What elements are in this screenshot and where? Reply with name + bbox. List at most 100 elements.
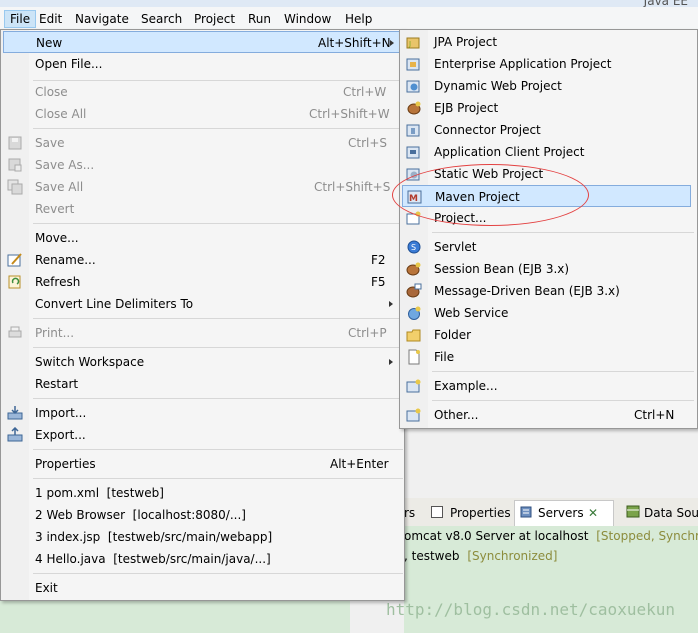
separator bbox=[33, 347, 403, 348]
separator bbox=[33, 223, 403, 224]
move-label: Move... bbox=[35, 231, 79, 245]
session-bean-label: Session Bean (EJB 3.x) bbox=[434, 262, 570, 276]
tab-data-source[interactable]: Data Sou bbox=[644, 502, 698, 524]
properties-accel: Alt+Enter bbox=[330, 457, 389, 471]
menu-run[interactable]: Run bbox=[243, 10, 276, 28]
recent-file-1[interactable]: 1 pom.xml [testweb] bbox=[1, 482, 404, 504]
print-label: Print... bbox=[35, 326, 75, 340]
file-print[interactable]: Print... Ctrl+P bbox=[1, 322, 404, 344]
dynamic-web-project-label: Dynamic Web Project bbox=[434, 79, 562, 93]
web-service-label: Web Service bbox=[434, 306, 509, 320]
rename-icon bbox=[7, 252, 23, 268]
file-switch-workspace[interactable]: Switch Workspace bbox=[1, 351, 404, 373]
folder-icon bbox=[406, 327, 422, 343]
tab-markers[interactable]: rs bbox=[404, 502, 415, 524]
file-save-as[interactable]: Save As... bbox=[1, 154, 404, 176]
new-file[interactable]: File bbox=[400, 346, 697, 368]
menu-window[interactable]: Window bbox=[279, 10, 336, 28]
export-icon bbox=[7, 426, 23, 443]
new-servlet[interactable]: S Servlet bbox=[400, 236, 697, 258]
refresh-accel: F5 bbox=[371, 275, 386, 289]
separator bbox=[33, 573, 403, 574]
new-web-service[interactable]: Web Service bbox=[400, 302, 697, 324]
file-close-all[interactable]: Close All Ctrl+Shift+W bbox=[1, 103, 404, 125]
rename-label: Rename... bbox=[35, 253, 96, 267]
new-session-bean[interactable]: Session Bean (EJB 3.x) bbox=[400, 258, 697, 280]
jpa-project-icon: J bbox=[406, 34, 422, 50]
file-save[interactable]: Save Ctrl+S bbox=[1, 132, 404, 154]
server-row[interactable]: omcat v8.0 Server at localhost [Stopped,… bbox=[404, 526, 698, 546]
file-export[interactable]: Export... bbox=[1, 424, 404, 446]
save-all-label: Save All bbox=[35, 180, 84, 194]
close-all-accel: Ctrl+Shift+W bbox=[309, 107, 390, 121]
separator bbox=[432, 232, 694, 233]
close-label: Close bbox=[35, 85, 68, 99]
submenu-arrow-icon bbox=[389, 359, 393, 365]
new-other[interactable]: Other... Ctrl+N bbox=[400, 404, 697, 426]
module-status: [Synchronized] bbox=[467, 549, 558, 563]
recent-file-4[interactable]: 4 Hello.java [testweb/src/main/java/...] bbox=[1, 548, 404, 570]
file-new[interactable]: New Alt+Shift+N bbox=[3, 31, 402, 53]
file-import[interactable]: Import... bbox=[1, 402, 404, 424]
file-revert[interactable]: Revert bbox=[1, 198, 404, 220]
new-example[interactable]: Example... bbox=[400, 375, 697, 397]
new-application-client-project[interactable]: Application Client Project bbox=[400, 141, 697, 163]
file-icon bbox=[406, 349, 422, 365]
close-accel: Ctrl+W bbox=[343, 85, 387, 99]
svg-text:J: J bbox=[408, 40, 411, 48]
file-move[interactable]: Move... bbox=[1, 227, 404, 249]
separator bbox=[432, 400, 694, 401]
new-dynamic-web-project[interactable]: Dynamic Web Project bbox=[400, 75, 697, 97]
file-refresh[interactable]: Refresh F5 bbox=[1, 271, 404, 293]
print-accel: Ctrl+P bbox=[348, 326, 387, 340]
separator bbox=[33, 478, 403, 479]
menu-file[interactable]: File bbox=[4, 10, 37, 28]
menu-navigate[interactable]: Navigate bbox=[70, 10, 134, 28]
save-all-icon bbox=[7, 179, 23, 195]
menu-project[interactable]: Project bbox=[189, 10, 240, 28]
servlet-label: Servlet bbox=[434, 240, 477, 254]
file-close[interactable]: Close Ctrl+W bbox=[1, 81, 404, 103]
separator bbox=[33, 449, 403, 450]
save-accel: Ctrl+S bbox=[348, 136, 388, 150]
menu-search[interactable]: Search bbox=[136, 10, 187, 28]
save-as-icon bbox=[7, 157, 23, 173]
jpa-project-label: JPA Project bbox=[434, 35, 498, 49]
data-source-icon bbox=[626, 504, 640, 518]
recent-file-3[interactable]: 3 index.jsp [testweb/src/main/webapp] bbox=[1, 526, 404, 548]
new-connector-project[interactable]: Connector Project bbox=[400, 119, 697, 141]
file-save-all[interactable]: Save All Ctrl+Shift+S bbox=[1, 176, 404, 198]
file-convert-line-delimiters[interactable]: Convert Line Delimiters To bbox=[1, 293, 404, 315]
menu-help[interactable]: Help bbox=[340, 10, 377, 28]
left-view bbox=[0, 600, 350, 633]
file-rename[interactable]: Rename... F2 bbox=[1, 249, 404, 271]
new-folder[interactable]: Folder bbox=[400, 324, 697, 346]
new-ejb-project[interactable]: EJB Project bbox=[400, 97, 697, 119]
app-client-icon bbox=[406, 144, 422, 160]
file-properties[interactable]: Properties Alt+Enter bbox=[1, 453, 404, 475]
file-open-file[interactable]: Open File... bbox=[1, 53, 404, 75]
new-message-driven-bean[interactable]: Message-Driven Bean (EJB 3.x) bbox=[400, 280, 697, 302]
tab-properties[interactable]: Properties bbox=[450, 502, 511, 524]
refresh-label: Refresh bbox=[35, 275, 81, 289]
server-name: omcat v8.0 Server at localhost bbox=[404, 529, 589, 543]
new-jpa-project[interactable]: J JPA Project bbox=[400, 31, 697, 53]
file-restart[interactable]: Restart bbox=[1, 373, 404, 395]
menu-edit[interactable]: Edit bbox=[34, 10, 67, 28]
save-all-accel: Ctrl+Shift+S bbox=[314, 180, 391, 194]
switch-workspace-label: Switch Workspace bbox=[35, 355, 145, 369]
new-enterprise-application-project[interactable]: Enterprise Application Project bbox=[400, 53, 697, 75]
message-driven-bean-label: Message-Driven Bean (EJB 3.x) bbox=[434, 284, 620, 298]
recent-file-label: 1 pom.xml [testweb] bbox=[35, 486, 164, 500]
recent-file-2[interactable]: 2 Web Browser [localhost:8080/...] bbox=[1, 504, 404, 526]
tab-servers[interactable]: Servers bbox=[538, 502, 584, 524]
other-accel: Ctrl+N bbox=[634, 408, 675, 422]
save-icon bbox=[7, 135, 23, 151]
ejb-project-label: EJB Project bbox=[434, 101, 499, 115]
close-icon[interactable]: ✕ bbox=[588, 502, 598, 524]
import-icon bbox=[7, 405, 23, 421]
new-submenu: J JPA Project Enterprise Application Pro… bbox=[399, 29, 698, 429]
server-module-row[interactable]: , testweb [Synchronized] bbox=[404, 546, 557, 566]
file-exit[interactable]: Exit bbox=[1, 577, 404, 599]
svg-text:S: S bbox=[411, 243, 416, 252]
